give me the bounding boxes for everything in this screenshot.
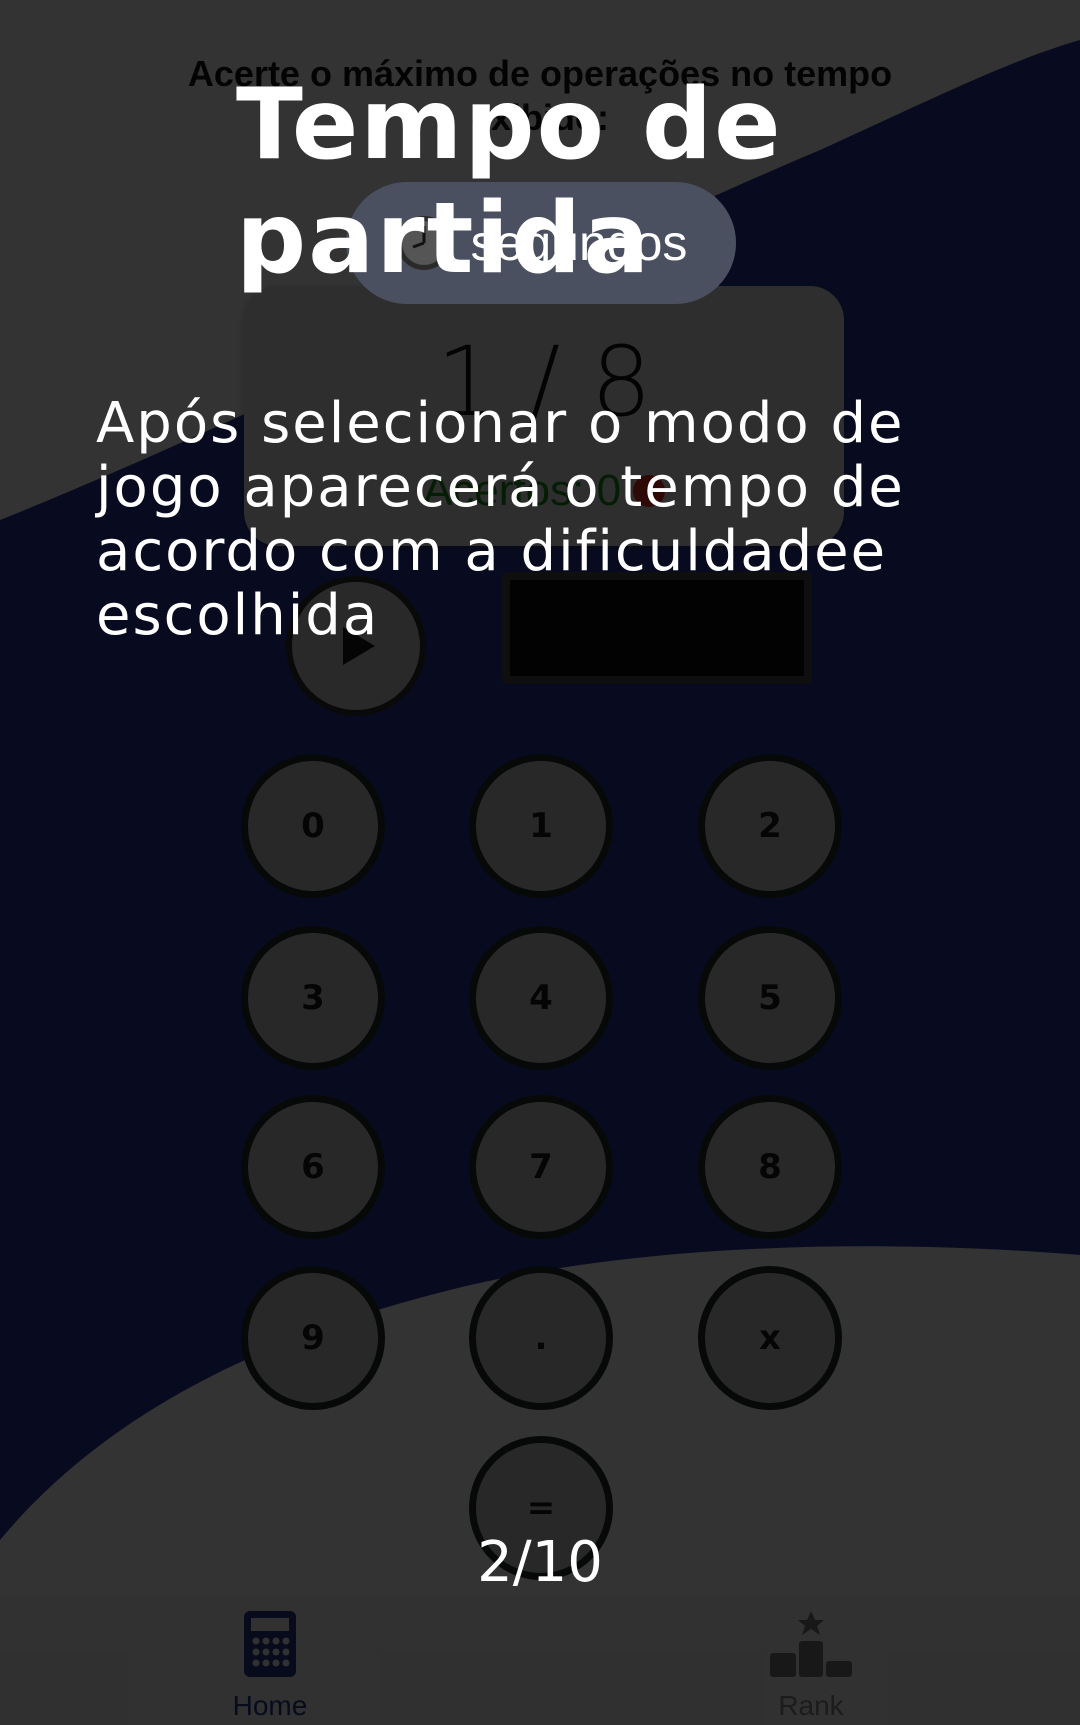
nav-home-label: Home (232, 1690, 308, 1721)
key-6[interactable]: 6 (241, 1095, 385, 1239)
key-decimal[interactable]: . (469, 1266, 613, 1410)
bottom-nav: Home Rank (0, 1597, 1080, 1725)
calculator-icon (244, 1611, 296, 1677)
key-multiply[interactable]: x (698, 1266, 842, 1410)
game-instruction: Acerte o máximo de operações no tempo ex… (187, 53, 893, 138)
timer-label: segundos (470, 215, 688, 271)
answer-display (502, 572, 812, 684)
key-8[interactable]: 8 (698, 1095, 842, 1239)
key-1[interactable]: 1 (469, 754, 613, 898)
key-0[interactable]: 0 (241, 754, 385, 898)
key-3[interactable]: 3 (241, 926, 385, 1070)
nav-home[interactable]: Home (170, 1611, 370, 1722)
key-7[interactable]: 7 (469, 1095, 613, 1239)
game-screen: Acerte o máximo de operações no tempo ex… (0, 0, 1080, 1725)
key-9[interactable]: 9 (241, 1266, 385, 1410)
podium-icon (770, 1611, 852, 1677)
key-2[interactable]: 2 (698, 754, 842, 898)
nav-rank[interactable]: Rank (711, 1611, 911, 1722)
play-button[interactable] (286, 576, 426, 716)
play-icon (343, 627, 375, 665)
key-4[interactable]: 4 (469, 926, 613, 1070)
nav-rank-label: Rank (778, 1690, 844, 1721)
hits-row: Acertos: 0 (244, 466, 844, 516)
hits-label: Acertos: 0 (422, 466, 622, 515)
status-dot (633, 475, 666, 507)
round-counter: 1 / 8 (436, 326, 652, 438)
key-equals[interactable]: = (469, 1436, 613, 1580)
score-card: 1 / 8 Acertos: 0 (244, 286, 844, 546)
clock-icon (396, 216, 451, 270)
key-5[interactable]: 5 (698, 926, 842, 1070)
